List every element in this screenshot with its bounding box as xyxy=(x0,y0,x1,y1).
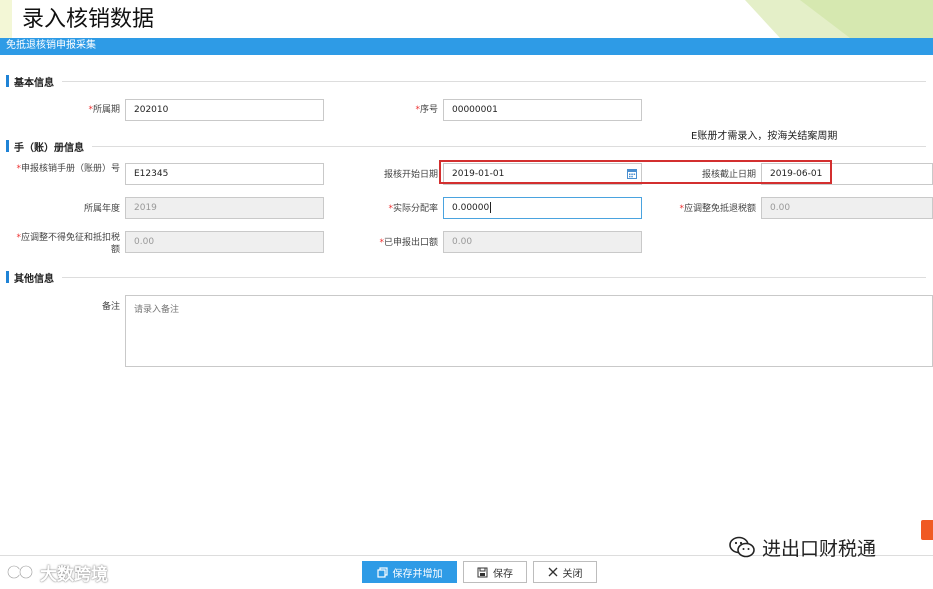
period-input[interactable]: 202010 xyxy=(125,99,324,121)
period-label: *所属期 xyxy=(88,105,120,115)
form-title: 免抵退核销申报采集 xyxy=(6,40,96,51)
save-and-add-label: 保存并增加 xyxy=(392,568,443,580)
section-divider xyxy=(62,80,926,82)
adjust-refund-label: *应调整免抵退税额 xyxy=(679,204,756,214)
form-title-bar: 免抵退核销申报采集 xyxy=(0,38,933,55)
adjust-refund-input: 0.00 xyxy=(761,197,933,219)
watermark-left: 大数跨境 xyxy=(6,560,108,585)
watermark-right: 进出口财税通 xyxy=(728,533,876,561)
adjust-nondeduct-input: 0.00 xyxy=(125,231,324,253)
section-basic: 基本信息 xyxy=(6,74,926,89)
text-caret xyxy=(490,202,492,213)
section-other: 其他信息 xyxy=(6,270,926,285)
floppy-disk-icon xyxy=(477,567,488,577)
calendar-icon[interactable] xyxy=(627,168,637,179)
start-date-label: 报核开始日期 xyxy=(383,170,438,180)
start-date-input[interactable]: 2019-01-01 xyxy=(443,163,642,185)
ratio-label: *实际分配率 xyxy=(388,204,438,214)
section-other-label: 其他信息 xyxy=(14,273,54,285)
save-and-add-button[interactable]: 保存并增加 xyxy=(362,561,457,583)
end-date-input[interactable]: 2019-06-01 xyxy=(761,163,933,185)
close-label: 关闭 xyxy=(562,568,583,580)
section-basic-label: 基本信息 xyxy=(14,77,54,89)
section-marker xyxy=(6,140,9,152)
close-button[interactable]: 关闭 xyxy=(533,561,597,583)
section-divider xyxy=(92,145,926,147)
save-button[interactable]: 保存 xyxy=(463,561,527,583)
handbook-input[interactable]: E12345 xyxy=(125,163,324,185)
year-input: 2019 xyxy=(125,197,324,219)
seq-input[interactable]: 00000001 xyxy=(443,99,642,121)
end-date-label: 报核截止日期 xyxy=(701,170,756,180)
ratio-input[interactable]: 0.00000 xyxy=(443,197,642,219)
save-label: 保存 xyxy=(493,568,513,580)
brand-logo-icon xyxy=(6,564,34,580)
watermark-right-text: 进出口财税通 xyxy=(762,537,877,560)
close-icon xyxy=(548,567,557,577)
remark-textarea[interactable]: 请录入备注 xyxy=(125,295,933,367)
remark-label: 备注 xyxy=(101,302,120,312)
wechat-icon xyxy=(729,536,755,558)
side-badge-icon[interactable] xyxy=(921,520,933,540)
watermark-left-text: 大数跨境 xyxy=(40,564,108,585)
section-divider xyxy=(62,276,926,278)
section-manual: 手（账）册信息 xyxy=(6,139,926,154)
section-marker xyxy=(6,75,9,87)
section-marker xyxy=(6,271,9,283)
copy-icon xyxy=(376,566,388,578)
section-manual-label: 手（账）册信息 xyxy=(14,142,84,154)
adjust-nondeduct-label: *应调整不得免征和抵扣税额 xyxy=(16,233,120,255)
handbook-label: *申报核销手册（账册）号 xyxy=(16,164,120,174)
declared-export-label: *已申报出口额 xyxy=(379,238,438,248)
year-label: 所属年度 xyxy=(83,204,120,214)
slide-title: 录入核销数据 xyxy=(22,7,155,32)
seq-label: *序号 xyxy=(415,105,438,115)
declared-export-input: 0.00 xyxy=(443,231,642,253)
